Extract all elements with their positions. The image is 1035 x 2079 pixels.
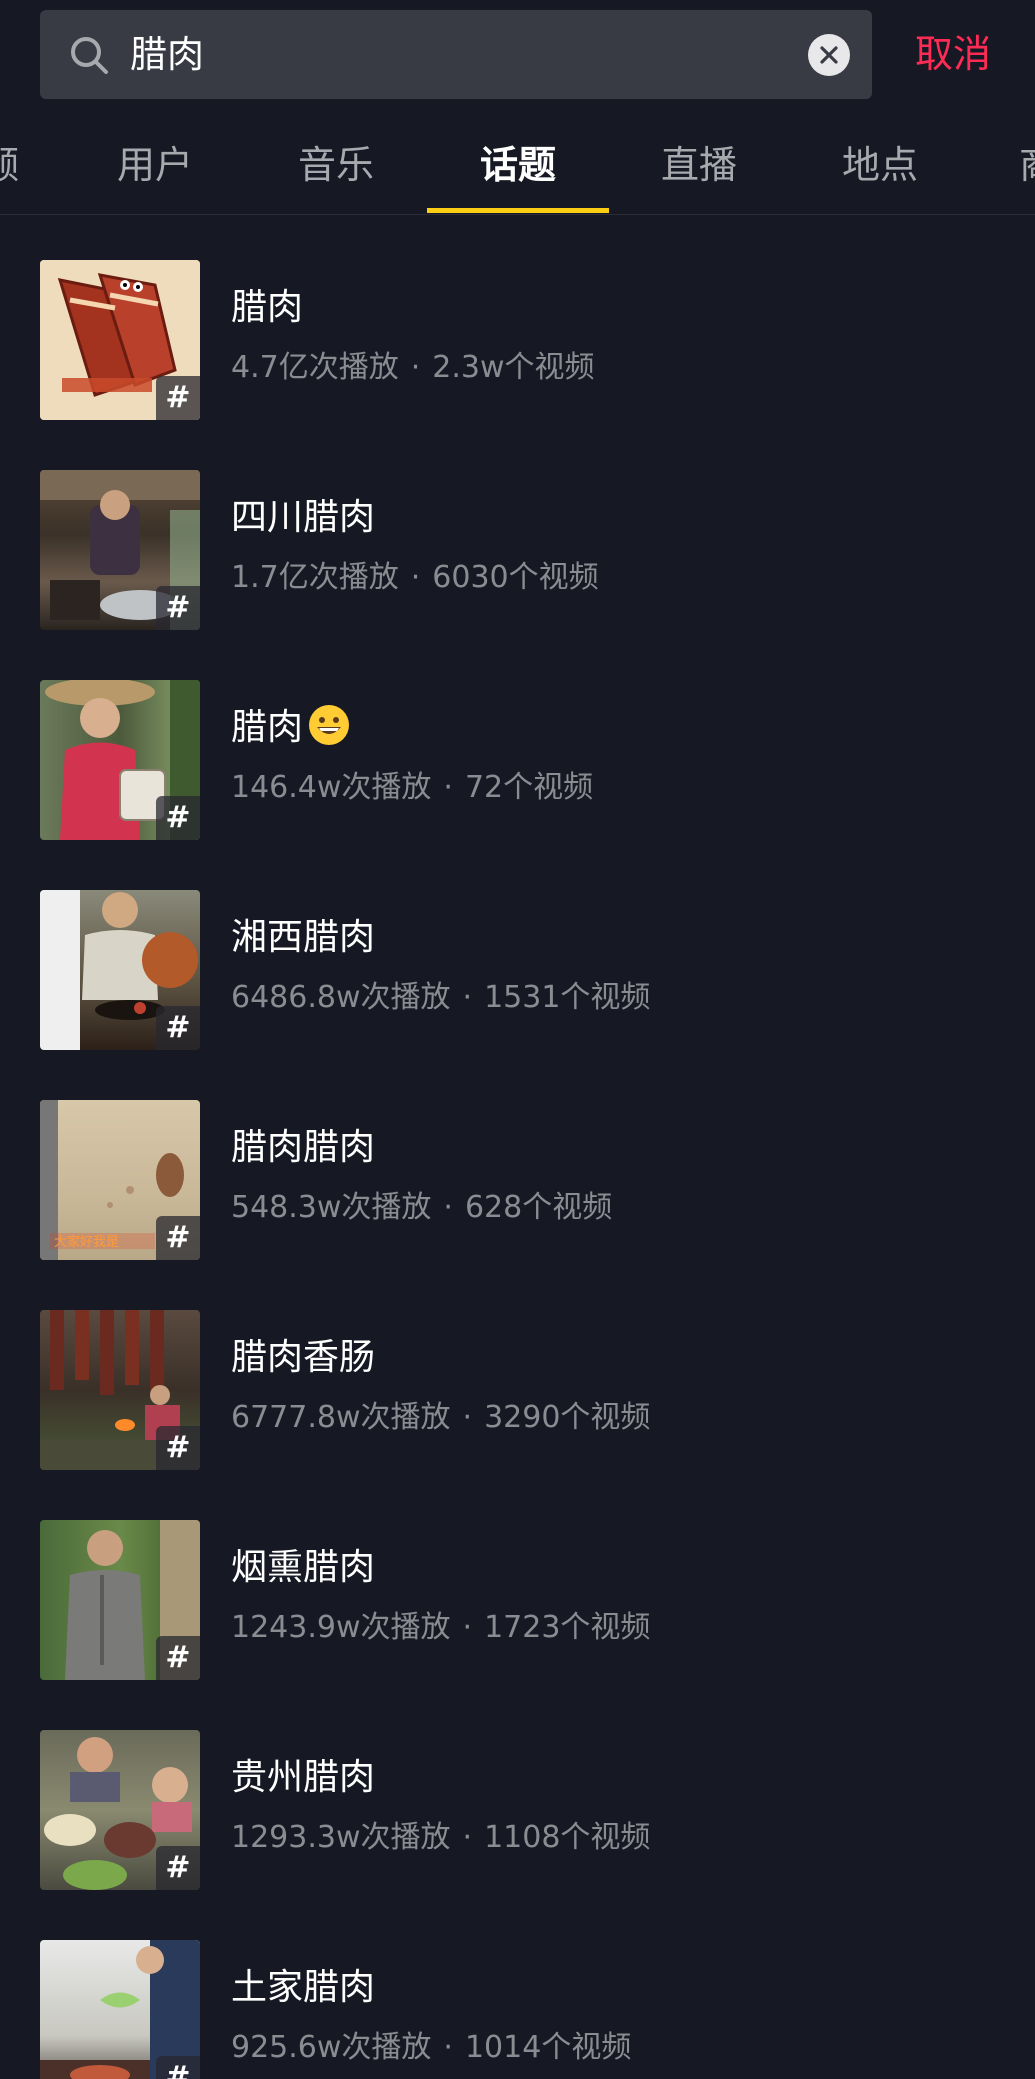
topic-title: 腊肉: [231, 705, 351, 751]
thumb-caption: 大家好我是: [54, 1234, 119, 1250]
topic-title: 腊肉腊肉: [231, 1127, 376, 1168]
play-count: 6486.8w次播放: [231, 980, 451, 1015]
topic-title: 烟熏腊肉: [231, 1547, 376, 1588]
play-count: 548.3w次播放: [231, 1190, 432, 1225]
topic-thumbnail: #: [40, 1520, 200, 1680]
stats-separator: ·: [462, 980, 473, 1015]
stats-separator: ·: [462, 1610, 473, 1645]
topic-stats: 4.7亿次播放 · 2.3w个视频: [231, 348, 595, 388]
topic-stats: 6486.8w次播放 · 1531个视频: [231, 978, 650, 1018]
tab-live[interactable]: 直播: [608, 115, 790, 215]
topic-stats: 1293.3w次播放 · 1108个视频: [231, 1818, 650, 1858]
search-bar[interactable]: [40, 10, 872, 99]
topic-thumbnail: #: [40, 890, 200, 1050]
video-count: 3290个视频: [484, 1400, 651, 1435]
topic-item[interactable]: # 腊肉香肠 6777.8w次播放 · 3290个视频: [0, 1265, 1035, 1475]
stats-separator: ·: [410, 560, 421, 595]
topic-thumbnail: #: [40, 260, 200, 420]
play-count: 6777.8w次播放: [231, 1400, 451, 1435]
cancel-button[interactable]: 取消: [898, 10, 1008, 99]
topic-hashtag-icon: #: [156, 1216, 200, 1260]
result-tabs: 频 用户 音乐 话题 直播 地点 商: [0, 115, 1035, 215]
topic-stats: 146.4w次播放 · 72个视频: [231, 768, 593, 808]
topic-hashtag-icon: #: [156, 1846, 200, 1890]
topic-item[interactable]: 大家好我是 # 腊肉腊肉 548.3w次播放 · 628个视频: [0, 1055, 1035, 1265]
tab-products[interactable]: 商: [1018, 115, 1035, 215]
topic-thumbnail: #: [40, 1310, 200, 1470]
topic-thumbnail: #: [40, 1940, 200, 2079]
tab-users[interactable]: 用户: [64, 115, 246, 215]
topic-hashtag-icon: #: [156, 1006, 200, 1050]
play-count: 4.7亿次播放: [231, 350, 399, 385]
stats-separator: ·: [462, 1820, 473, 1855]
search-input[interactable]: [130, 10, 810, 99]
topic-stats: 548.3w次播放 · 628个视频: [231, 1188, 612, 1228]
topic-item[interactable]: # 土家腊肉 925.6w次播放 · 1014个视频: [0, 1895, 1035, 2079]
topic-item[interactable]: # 腊肉 146.4w次播放 · 72个视频: [0, 635, 1035, 845]
video-count: 1723个视频: [484, 1610, 651, 1645]
stats-separator: ·: [462, 1400, 473, 1435]
topic-stats: 1243.9w次播放 · 1723个视频: [231, 1608, 650, 1648]
topic-thumbnail: #: [40, 470, 200, 630]
topic-title: 腊肉: [231, 287, 304, 328]
stats-separator: ·: [443, 1190, 453, 1225]
video-count: 72个视频: [464, 770, 594, 805]
topic-stats: 6777.8w次播放 · 3290个视频: [231, 1398, 650, 1438]
play-count: 1243.9w次播放: [231, 1610, 451, 1645]
topic-hashtag-icon: #: [156, 1636, 200, 1680]
tab-video[interactable]: 频: [0, 115, 20, 215]
topic-title: 四川腊肉: [231, 497, 376, 538]
tab-topics[interactable]: 话题: [427, 115, 609, 215]
topic-item[interactable]: # 烟熏腊肉 1243.9w次播放 · 1723个视频: [0, 1475, 1035, 1685]
play-count: 1293.3w次播放: [231, 1820, 451, 1855]
video-count: 6030个视频: [432, 560, 599, 595]
topic-hashtag-icon: #: [156, 2056, 200, 2079]
video-count: 628个视频: [464, 1190, 613, 1225]
tab-music[interactable]: 音乐: [245, 115, 427, 215]
search-icon: [71, 37, 108, 74]
topic-item[interactable]: # 湘西腊肉 6486.8w次播放 · 1531个视频: [0, 845, 1035, 1055]
topic-thumbnail: 大家好我是 #: [40, 1100, 200, 1260]
topic-title-text: 腊肉: [231, 707, 304, 748]
tab-places[interactable]: 地点: [789, 115, 971, 215]
topic-hashtag-icon: #: [156, 376, 200, 420]
topic-item[interactable]: # 贵州腊肉 1293.3w次播放 · 1108个视频: [0, 1685, 1035, 1895]
topic-stats: 1.7亿次播放 · 6030个视频: [231, 558, 599, 598]
active-tab-indicator: [427, 208, 609, 213]
play-count: 1.7亿次播放: [231, 560, 399, 595]
search-results-screen: 取消 频 用户 音乐 话题 直播 地点 商: [0, 0, 1035, 2079]
topic-title: 土家腊肉: [231, 1967, 376, 2008]
topic-hashtag-icon: #: [156, 796, 200, 840]
topic-title: 贵州腊肉: [231, 1757, 376, 1798]
video-count: 1531个视频: [484, 980, 651, 1015]
video-count: 2.3w个视频: [432, 350, 595, 385]
topic-stats: 925.6w次播放 · 1014个视频: [231, 2028, 631, 2068]
play-count: 925.6w次播放: [231, 2030, 432, 2065]
topic-hashtag-icon: #: [156, 1426, 200, 1470]
topic-item[interactable]: # 四川腊肉 1.7亿次播放 · 6030个视频: [0, 425, 1035, 635]
stats-separator: ·: [443, 2030, 453, 2065]
video-count: 1108个视频: [484, 1820, 651, 1855]
play-count: 146.4w次播放: [231, 770, 432, 805]
topic-title: 湘西腊肉: [231, 917, 376, 958]
topic-item[interactable]: # 腊肉 4.7亿次播放 · 2.3w个视频: [0, 215, 1035, 425]
stats-separator: ·: [443, 770, 453, 805]
topic-title: 腊肉香肠: [231, 1337, 376, 1378]
topic-hashtag-icon: #: [156, 586, 200, 630]
topic-thumbnail: #: [40, 680, 200, 840]
video-count: 1014个视频: [464, 2030, 632, 2065]
stats-separator: ·: [410, 350, 421, 385]
topic-thumbnail: #: [40, 1730, 200, 1890]
clear-search-icon[interactable]: [808, 34, 850, 76]
grinning-face-emoji-icon: [309, 705, 350, 745]
